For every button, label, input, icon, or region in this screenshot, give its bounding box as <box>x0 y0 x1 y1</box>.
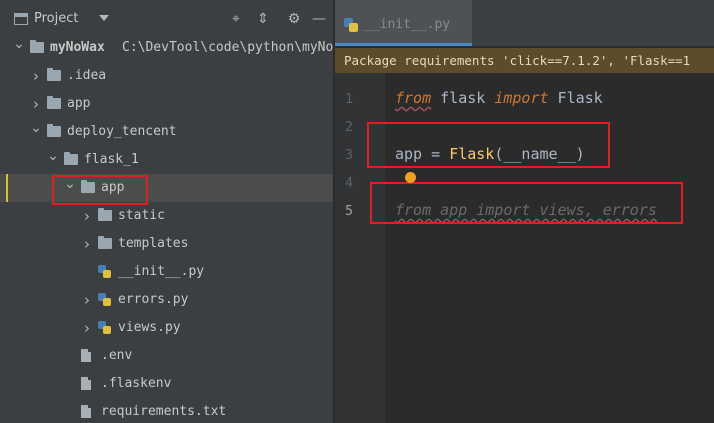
python-file-icon <box>344 18 358 32</box>
tree-item-label: flask_1 <box>84 152 139 167</box>
chevron-right-icon[interactable]: › <box>80 321 94 336</box>
tree-item-static[interactable]: › static <box>0 202 333 230</box>
chevron-down-icon[interactable]: ⌄ <box>12 37 26 51</box>
tree-item-app[interactable]: › app <box>0 90 333 118</box>
code-token: from <box>395 89 432 107</box>
tree-item-label: app <box>67 96 91 111</box>
tree-item-idea[interactable]: › .idea <box>0 62 333 90</box>
selection-marker <box>6 174 8 202</box>
tree-item-label: views.py <box>118 320 181 335</box>
project-window-icon <box>14 13 28 25</box>
tree-item-label: templates <box>118 236 189 251</box>
crosshair-icon[interactable]: ⌖ <box>227 10 245 28</box>
tree-item-label: deploy_tencent <box>67 124 177 139</box>
code-line[interactable]: from flask import Flask <box>395 89 603 107</box>
highlight-box-app-folder <box>52 175 148 205</box>
line-number: 3 <box>345 148 353 163</box>
tree-item-requirements-txt[interactable]: requirements.txt <box>0 398 333 423</box>
folder-icon <box>98 236 112 249</box>
file-icon <box>81 377 91 390</box>
line-number: 5 <box>345 204 353 219</box>
project-header: Project ⌖ ⇕ ⚙ — <box>0 0 333 38</box>
code-token: Flask <box>548 89 603 107</box>
chevron-right-icon[interactable]: › <box>80 293 94 308</box>
chevron-right-icon[interactable]: › <box>80 237 94 252</box>
minimize-icon[interactable]: — <box>310 10 328 28</box>
python-file-icon <box>98 321 111 334</box>
line-number: 1 <box>345 92 353 107</box>
chevron-down-icon[interactable]: ⌄ <box>46 149 60 163</box>
project-path: C:\DevTool\code\python\myNoWa <box>122 40 333 55</box>
tree-item-mynowax[interactable]: ⌄ myNoWax C:\DevTool\code\python\myNoWa <box>0 34 333 62</box>
tab-bar: __init__.py <box>335 0 714 46</box>
file-icon <box>81 349 91 362</box>
chevron-down-icon[interactable] <box>99 15 109 21</box>
tree-item-label: .env <box>101 348 133 363</box>
tree-item-errors-py[interactable]: › errors.py <box>0 286 333 314</box>
folder-icon <box>47 96 61 109</box>
project-tool-window: Project ⌖ ⇕ ⚙ — ⌄ myNoWax C:\DevTool\code\… <box>0 0 333 423</box>
intention-bulb-icon[interactable] <box>405 172 416 183</box>
tree-item-label: static <box>118 208 165 223</box>
highlight-box-import-line <box>370 182 683 224</box>
tree-item-flaskenv[interactable]: .flaskenv <box>0 370 333 398</box>
tab-label: __init__.py <box>364 17 451 32</box>
code-token: import <box>494 89 549 107</box>
tree-item-label: myNoWax <box>50 40 105 55</box>
file-icon <box>81 405 91 418</box>
tree-item-label: errors.py <box>118 292 189 307</box>
tree-item-label: requirements.txt <box>101 404 227 419</box>
folder-icon <box>64 152 78 165</box>
gear-icon[interactable]: ⚙ <box>285 10 303 28</box>
tree-item-label: __init__.py <box>118 264 205 279</box>
package-requirements-banner[interactable]: Package requirements 'click==7.1.2', 'Fl… <box>335 48 714 73</box>
highlight-box-app-flask <box>367 122 610 168</box>
folder-icon <box>30 40 44 53</box>
tree-item-init-py[interactable]: __init__.py <box>0 258 333 286</box>
banner-text: Package requirements 'click==7.1.2', 'Fl… <box>344 53 691 68</box>
tree-item-label: .flaskenv <box>101 376 172 391</box>
folder-icon <box>98 208 112 221</box>
folder-icon <box>47 68 61 81</box>
chevron-right-icon[interactable]: › <box>29 97 43 112</box>
tree-item-deploy-tencent[interactable]: ⌄ deploy_tencent <box>0 118 333 146</box>
python-file-icon <box>98 293 111 306</box>
chevron-right-icon[interactable]: › <box>80 209 94 224</box>
line-number: 2 <box>345 120 353 135</box>
line-number: 4 <box>345 176 353 191</box>
python-file-icon <box>98 265 111 278</box>
code-token: flask <box>431 89 495 107</box>
chevron-right-icon[interactable]: › <box>29 69 43 84</box>
tree-item-label: .idea <box>67 68 107 83</box>
tab-init-py[interactable]: __init__.py <box>335 0 472 46</box>
editor-window: __init__.py Package requirements 'click=… <box>335 0 714 423</box>
chevron-down-icon[interactable]: ⌄ <box>29 121 43 135</box>
tree-item-views-py[interactable]: › views.py <box>0 314 333 342</box>
tree-item-app[interactable]: ⌄ app <box>0 174 333 202</box>
tree-item-flask-1[interactable]: ⌄ flask_1 <box>0 146 333 174</box>
folder-icon <box>47 124 61 137</box>
tree-item-templates[interactable]: › templates <box>0 230 333 258</box>
tree-item-env[interactable]: .env <box>0 342 333 370</box>
collapse-all-icon[interactable]: ⇕ <box>254 10 272 28</box>
project-title[interactable]: Project <box>34 11 78 26</box>
